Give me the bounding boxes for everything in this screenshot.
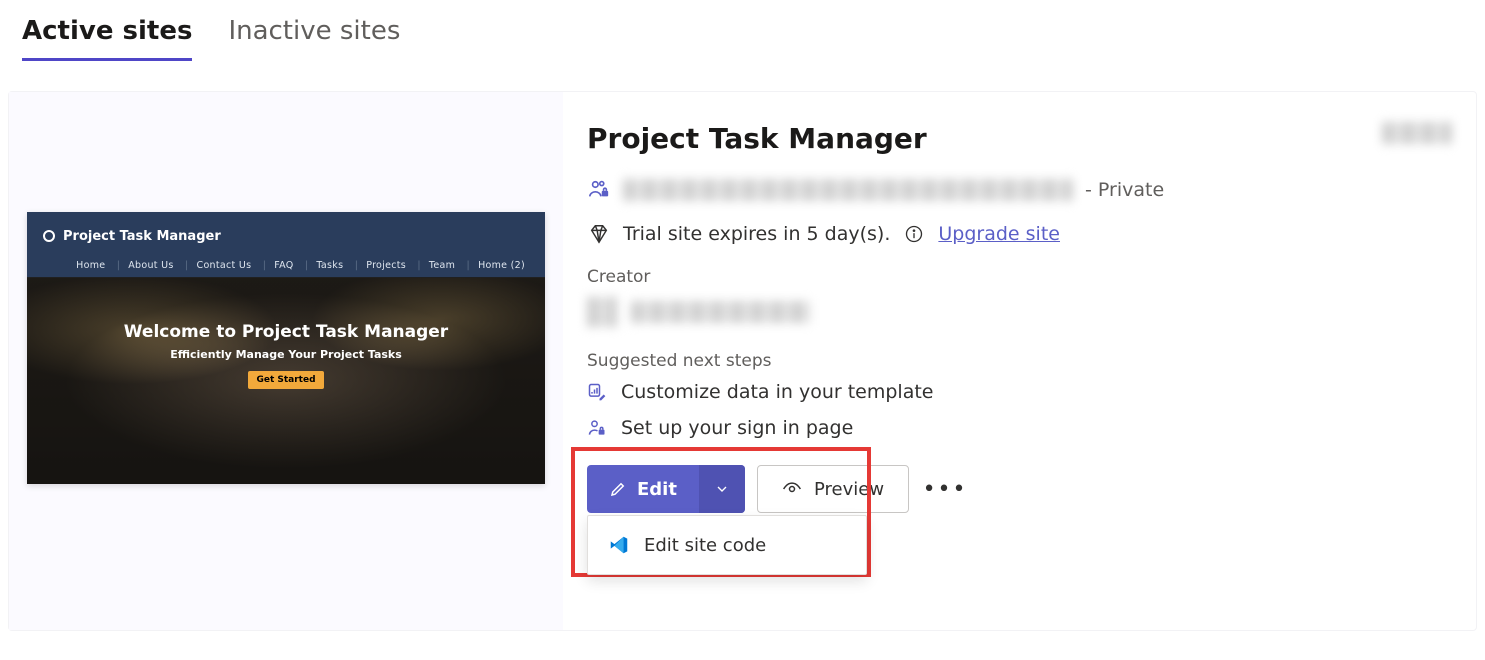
diamond-icon [587, 223, 611, 245]
site-card: Project Task Manager Home About Us Conta… [8, 91, 1477, 631]
thumb-nav-item: Team [413, 260, 459, 271]
actions-bar: Edit Preview ••• [587, 465, 1452, 513]
person-lock-icon [587, 418, 607, 438]
dropdown-item-label: Edit site code [644, 535, 766, 556]
thumb-hero-text: Welcome to Project Task Manager Efficien… [27, 322, 545, 389]
more-actions-button[interactable]: ••• [921, 465, 969, 513]
thumb-nav: Home About Us Contact Us FAQ Tasks Proje… [27, 260, 545, 277]
upgrade-site-link[interactable]: Upgrade site [938, 223, 1060, 245]
next-step-customize[interactable]: Customize data in your template [587, 381, 1452, 403]
visibility-row: - Private [587, 179, 1452, 201]
creator-avatar [587, 297, 617, 327]
thumbnail-column: Project Task Manager Home About Us Conta… [9, 92, 563, 630]
preview-button[interactable]: Preview [757, 465, 909, 513]
next-step-text: Customize data in your template [621, 381, 934, 403]
info-icon[interactable] [902, 224, 926, 244]
next-step-signin[interactable]: Set up your sign in page [587, 417, 1452, 439]
edit-button[interactable]: Edit [587, 465, 699, 513]
vscode-icon [608, 534, 630, 556]
thumb-header: Project Task Manager [27, 212, 545, 260]
thumb-nav-item: Home (2) [463, 260, 529, 271]
tab-inactive-sites[interactable]: Inactive sites [228, 10, 400, 61]
edit-site-code-item[interactable]: Edit site code [588, 524, 866, 566]
thumb-nav-item: Contact Us [181, 260, 255, 271]
thumb-hero-heading: Welcome to Project Task Manager [27, 322, 545, 342]
trial-row: Trial site expires in 5 day(s). Upgrade … [587, 223, 1452, 245]
tabs-bar: Active sites Inactive sites [0, 0, 1485, 61]
thumb-hero-sub: Efficiently Manage Your Project Tasks [27, 348, 545, 361]
tab-active-sites[interactable]: Active sites [22, 10, 192, 61]
redacted-url [623, 179, 1073, 201]
site-thumbnail[interactable]: Project Task Manager Home About Us Conta… [27, 212, 545, 484]
people-lock-icon [587, 179, 611, 201]
next-step-text: Set up your sign in page [621, 417, 853, 439]
preview-button-label: Preview [814, 479, 884, 500]
thumb-hero-button: Get Started [248, 371, 323, 389]
thumb-nav-item: About Us [113, 260, 178, 271]
thumb-nav-item: Projects [351, 260, 410, 271]
edit-button-label: Edit [637, 479, 677, 500]
creator-label: Creator [587, 267, 1452, 287]
redacted-badge [1382, 122, 1452, 144]
visibility-label: - Private [1085, 179, 1164, 201]
thumb-nav-item: Home [72, 260, 109, 271]
edit-dropdown-toggle[interactable] [699, 465, 745, 513]
detail-column: Project Task Manager - Private [563, 92, 1476, 630]
edit-dropdown-menu: Edit site code [587, 515, 867, 575]
trial-text: Trial site expires in 5 day(s). [623, 223, 890, 245]
chart-edit-icon [587, 382, 607, 402]
creator-name-redacted [631, 301, 811, 323]
thumb-logo-icon [43, 230, 55, 242]
creator-row [587, 297, 1452, 327]
thumb-nav-item: Tasks [301, 260, 347, 271]
next-steps-label: Suggested next steps [587, 351, 1452, 371]
edit-split-button: Edit [587, 465, 745, 513]
site-title: Project Task Manager [587, 122, 1452, 155]
thumb-title: Project Task Manager [63, 229, 221, 244]
thumb-nav-item: FAQ [259, 260, 298, 271]
